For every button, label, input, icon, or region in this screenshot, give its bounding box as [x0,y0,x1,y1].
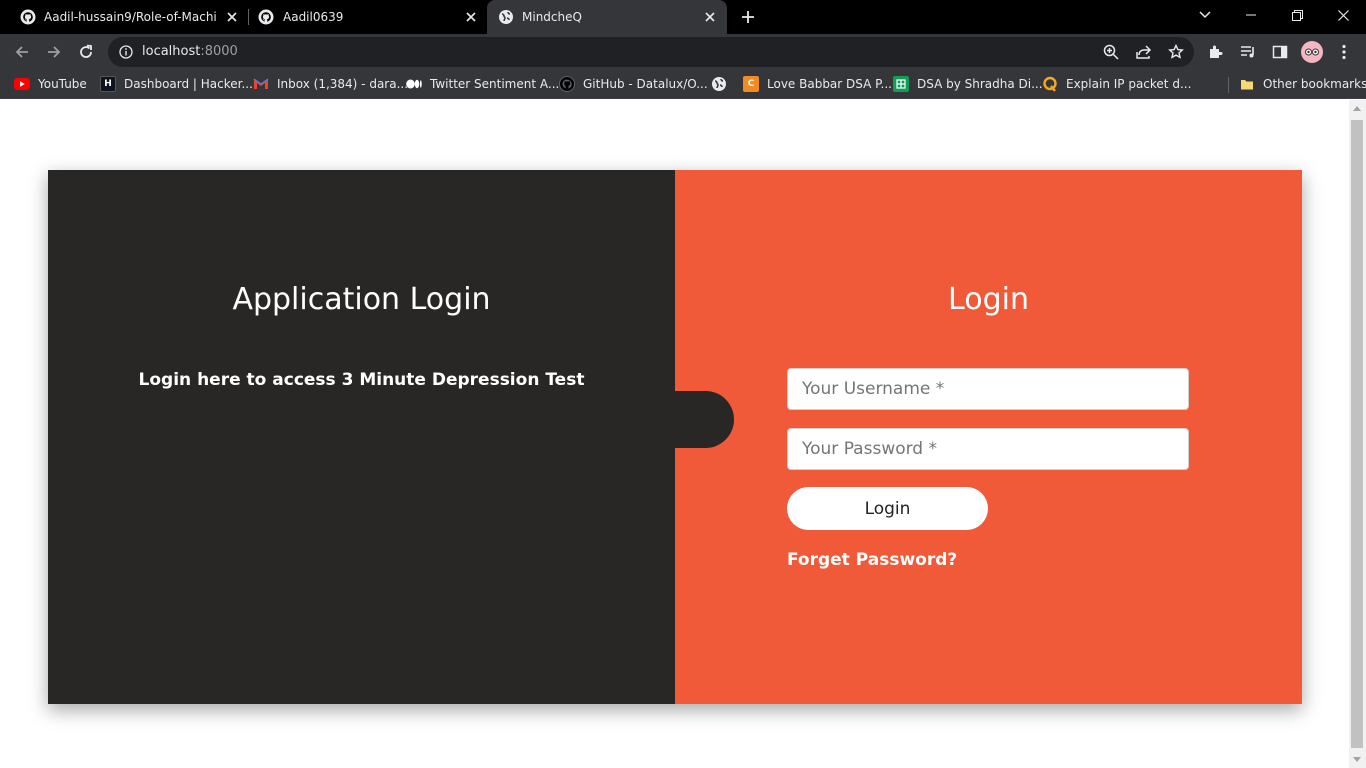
medium-icon [406,76,422,92]
login-card: Application Login Login here to access 3… [48,170,1302,704]
github-icon [258,9,274,25]
panel-notch [675,391,734,448]
extensions-icon[interactable] [1204,40,1228,64]
bookmark-love-babbar[interactable]: C Love Babbar DSA P... [743,75,892,93]
bookmark-label: GitHub - Datalux/O... [583,77,708,91]
scroll-up-arrow[interactable] [1353,106,1361,111]
profile-avatar[interactable] [1300,40,1324,64]
bookmark-other[interactable]: Other bookmarks [1239,75,1366,93]
bookmark-medium[interactable]: Twitter Sentiment A... [406,75,559,93]
bookmarks-divider [1228,77,1229,93]
hackerrank-icon: H [100,76,116,92]
bookmark-label: Explain IP packet d... [1066,77,1192,91]
bookmark-label: YouTube [38,77,87,91]
login-form-panel: Login Login Forget Password? [675,170,1302,704]
share-icon[interactable] [1133,41,1155,63]
github-icon [559,76,575,92]
folder-icon [1239,76,1255,92]
minimize-button[interactable] [1228,0,1274,30]
bookmark-hackerrank[interactable]: H Dashboard | Hacker... [100,75,253,93]
tab-search-button[interactable] [1182,0,1228,30]
address-bar[interactable]: localhost:8000 [108,37,1194,67]
sheets-icon [893,76,909,92]
bookmark-label: DSA by Shradha Di... [917,77,1043,91]
gmail-icon [253,76,269,92]
close-icon[interactable] [461,7,481,27]
scroll-down-arrow[interactable] [1353,757,1361,762]
bookmark-dsa-sheet[interactable]: DSA by Shradha Di... [893,75,1043,93]
tab-3-active[interactable]: MindcheQ [487,0,727,34]
login-title: Login [948,282,1029,317]
info-subtitle: Login here to access 3 Minute Depression… [138,370,585,390]
browser-toolbar: localhost:8000 [0,34,1366,70]
bookmark-label: Dashboard | Hacker... [124,77,253,91]
tab-1[interactable]: Aadil-hussain9/Role-of-Machine- [0,0,248,34]
tab-title: Aadil-hussain9/Role-of-Machine- [44,10,216,24]
url-text[interactable]: localhost:8000 [142,44,238,59]
application-login-title: Application Login [232,282,491,317]
reload-icon[interactable] [74,40,98,64]
bookmark-github[interactable]: GitHub - Datalux/O... [559,75,708,93]
url-host: localhost [142,44,201,59]
side-panel-icon[interactable] [1268,40,1292,64]
password-input[interactable] [787,428,1189,470]
codechef-icon: C [743,76,759,92]
forward-arrow-icon[interactable] [42,40,66,64]
bookmark-label: Inbox (1,384) - dara... [277,77,409,91]
globe-icon [711,76,727,92]
close-icon[interactable] [222,7,242,27]
star-icon[interactable] [1165,41,1187,63]
bookmark-label: Twitter Sentiment A... [430,77,560,91]
close-icon[interactable] [700,7,720,27]
bookmarks-bar: YouTube H Dashboard | Hacker... Inbox (1… [0,70,1366,99]
username-input[interactable] [787,368,1189,410]
back-arrow-icon[interactable] [10,40,34,64]
info-icon[interactable] [115,41,137,63]
bookmark-globe[interactable] [711,75,727,93]
bookmark-quora[interactable]: Explain IP packet d... [1042,75,1191,93]
quora-icon [1042,76,1058,92]
bookmark-gmail[interactable]: Inbox (1,384) - dara... [253,75,408,93]
close-window-button[interactable] [1320,0,1366,30]
info-panel: Application Login Login here to access 3… [48,170,675,704]
new-tab-button[interactable] [726,2,770,32]
globe-icon [498,9,514,25]
media-control-icon[interactable] [1236,40,1260,64]
zoom-icon[interactable] [1100,41,1122,63]
bookmark-label: Love Babbar DSA P... [767,77,892,91]
tab-strip: Aadil-hussain9/Role-of-Machine- Aadil063… [0,0,1366,34]
tab-title: Aadil0639 [283,10,344,24]
forget-password-link[interactable]: Forget Password? [787,550,957,570]
url-port: :8000 [200,44,238,59]
bookmark-label: Other bookmarks [1263,77,1366,91]
github-icon [20,9,36,25]
tab-title: MindcheQ [522,10,582,24]
youtube-icon [14,76,30,92]
tab-2[interactable]: Aadil0639 [248,0,486,34]
restore-button[interactable] [1274,0,1320,30]
menu-kebab-icon[interactable] [1332,40,1356,64]
vertical-scrollbar[interactable] [1349,100,1366,768]
scrollbar-thumb[interactable] [1351,120,1363,748]
login-button[interactable]: Login [787,487,988,530]
bookmark-youtube[interactable]: YouTube [14,75,87,93]
